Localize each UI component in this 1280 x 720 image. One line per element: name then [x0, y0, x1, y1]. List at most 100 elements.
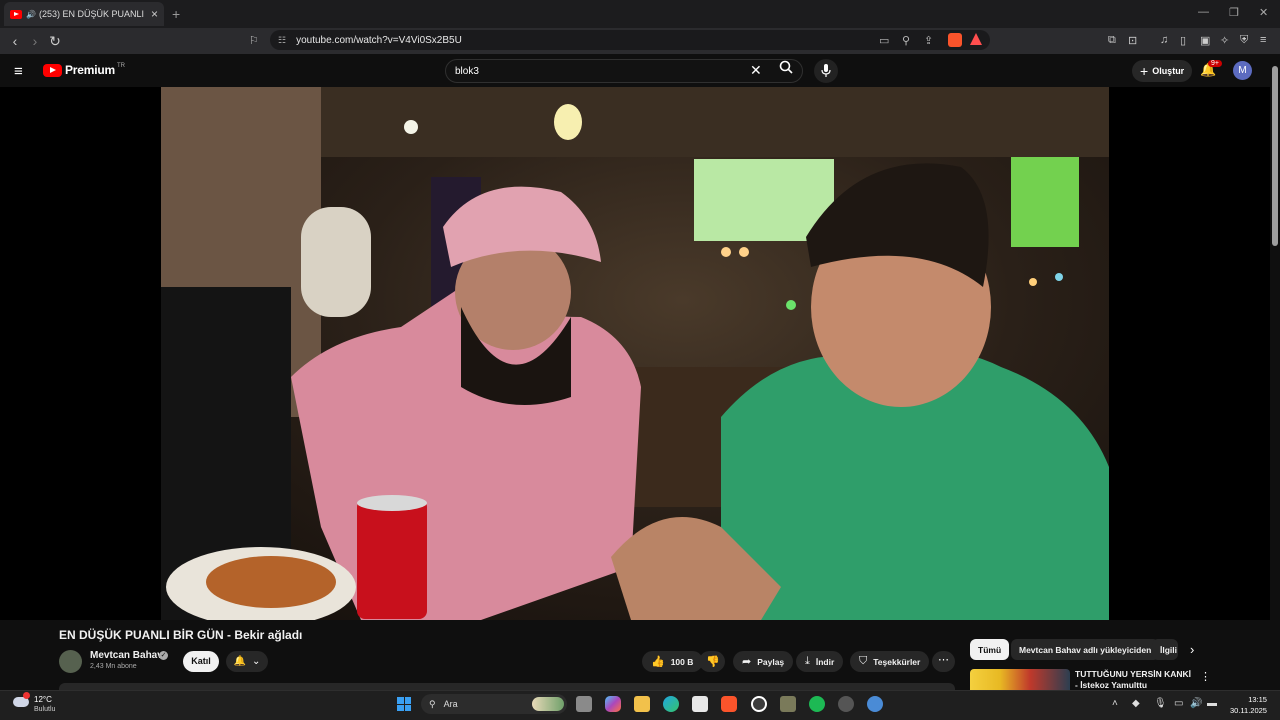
xbox-icon[interactable]	[751, 696, 767, 712]
task-view-icon[interactable]	[576, 696, 592, 712]
window-close-button[interactable]: ✕	[1259, 6, 1268, 19]
search-icon: ⚲	[429, 698, 436, 709]
clear-search-icon[interactable]: ✕	[750, 62, 762, 79]
zoom-icon[interactable]: ⚲	[902, 34, 910, 47]
taskbar-search-label: Ara	[443, 699, 458, 709]
video-frame[interactable]	[161, 87, 1109, 620]
site-info-icon[interactable]: ☷	[278, 35, 286, 46]
spotify-icon[interactable]	[809, 696, 825, 712]
wallet-icon[interactable]: ▣	[1200, 34, 1210, 47]
channel-avatar[interactable]	[59, 650, 82, 673]
speaker-icon[interactable]: 🔊	[26, 10, 36, 19]
weather-alert-badge	[23, 692, 30, 699]
search-value: blok3	[455, 65, 479, 77]
cast-icon[interactable]: ▭	[879, 34, 889, 47]
logo-text: Premium	[65, 63, 115, 77]
more-actions-button[interactable]: ⋯	[932, 651, 955, 672]
bell-icon: 🔔	[233, 656, 247, 667]
network-icon[interactable]: ▭	[1174, 698, 1183, 709]
thumbs-up-icon: 👍	[651, 656, 665, 668]
kebab-menu-icon[interactable]: ⋮	[1200, 670, 1211, 683]
tab-title: (253) EN DÜŞÜK PUANLI BİR	[38, 9, 145, 19]
like-count: 100 B	[670, 656, 694, 667]
microphone-tray-icon[interactable]: 🎙	[1154, 698, 1167, 709]
reload-button[interactable]: ↻	[47, 33, 63, 50]
notification-badge: 9+	[1208, 60, 1222, 67]
recommended-video-title[interactable]: TUTTUĞUNU YERSİN KANKİ - İstekoz Yamultt…	[1075, 669, 1195, 690]
chip-all[interactable]: Tümü	[970, 639, 1010, 660]
download-label: İndir	[815, 656, 835, 667]
chevron-right-icon[interactable]: ›	[1190, 642, 1194, 657]
like-button[interactable]: 👍 100 B	[642, 651, 703, 672]
clock-time: 13:15	[1248, 695, 1267, 704]
app-icon-2[interactable]	[838, 696, 854, 712]
maximize-button[interactable]: ❐	[1229, 6, 1239, 19]
recommended-video-thumbnail[interactable]	[970, 669, 1070, 690]
youtube-play-icon	[43, 63, 62, 77]
download-icon: ⤓	[805, 655, 810, 667]
scrollbar-thumb[interactable]	[1272, 66, 1278, 246]
weather-temperature[interactable]: 12°C	[34, 695, 52, 704]
dislike-button[interactable]: 👎	[699, 651, 725, 672]
settings-icon[interactable]	[867, 696, 883, 712]
windows-start-icon[interactable]	[397, 697, 411, 711]
brave-browser-icon[interactable]	[721, 696, 737, 712]
video-title: EN DÜŞÜK PUANLI BİR GÜN - Bekir ağladı	[59, 628, 303, 642]
back-button[interactable]: ‹	[7, 33, 23, 49]
verified-badge-icon: ✓	[159, 651, 168, 660]
region-code: TR	[116, 63, 125, 69]
leo-ai-icon[interactable]: ✧	[1220, 34, 1229, 47]
chip-related[interactable]: İlgili	[1152, 639, 1178, 660]
forward-button[interactable]: ›	[27, 33, 43, 49]
youtube-logo[interactable]: Premium TR	[43, 63, 125, 77]
bookmark-icon[interactable]: ⚐	[249, 34, 259, 47]
chip-from-uploader[interactable]: Mevtcan Bahav adlı yükleyiciden	[1011, 639, 1160, 660]
account-avatar[interactable]: M	[1233, 61, 1252, 80]
battery-icon[interactable]: ▬	[1207, 698, 1217, 709]
share-arrow-icon: ➦	[742, 656, 752, 668]
brave-rewards-icon[interactable]	[970, 33, 982, 45]
media-icon[interactable]: ♫	[1160, 34, 1168, 46]
copilot-icon[interactable]	[605, 696, 621, 712]
browser-menu-icon[interactable]: ≡	[1260, 34, 1266, 46]
new-tab-button[interactable]: +	[172, 6, 180, 22]
channel-name[interactable]: Mevtcan Bahav	[90, 650, 163, 661]
plus-icon: +	[1140, 63, 1149, 79]
share-icon[interactable]: ⇪	[924, 34, 933, 47]
screenshot-icon[interactable]: ⊡	[1128, 34, 1137, 47]
system-clock[interactable]: 13:15 30.11.2025	[1230, 694, 1267, 716]
thumbs-down-icon: 👎	[706, 656, 720, 668]
search-button[interactable]	[772, 60, 800, 82]
microsoft-store-icon[interactable]	[692, 696, 708, 712]
tab-close-icon[interactable]: ×	[151, 7, 158, 21]
taskbar-search[interactable]: ⚲ Ara	[421, 694, 567, 714]
create-label: Oluştur	[1152, 66, 1185, 76]
subscription-notifications-button[interactable]: 🔔 ⌄	[226, 651, 268, 672]
thanks-button[interactable]: ⛉ Teşekkürler	[850, 651, 930, 672]
weather-condition[interactable]: Bulutlu	[34, 706, 55, 713]
share-label: Paylaş	[757, 656, 785, 667]
file-explorer-icon[interactable]	[634, 696, 650, 712]
app-icon[interactable]	[780, 696, 796, 712]
chevron-down-icon: ⌄	[252, 656, 261, 667]
thanks-label: Teşekkürler	[873, 656, 921, 667]
extensions-icon[interactable]: ⧉	[1108, 34, 1116, 47]
youtube-favicon-icon	[10, 9, 22, 19]
sidebar-icon[interactable]: ▯	[1180, 34, 1186, 47]
hamburger-menu-icon[interactable]: ≡	[14, 63, 23, 80]
steam-icon[interactable]: ◆	[1132, 698, 1140, 709]
voice-search-button[interactable]	[814, 59, 838, 83]
volume-icon[interactable]: 🔊	[1190, 698, 1202, 709]
search-highlight-image	[532, 697, 564, 711]
tray-overflow-icon[interactable]: ˄	[1112, 698, 1118, 709]
edge-icon[interactable]	[663, 696, 679, 712]
create-button[interactable]: + Oluştur	[1132, 60, 1193, 82]
join-button[interactable]: Katıl	[183, 651, 219, 672]
brave-shields-icon[interactable]	[948, 33, 962, 47]
download-button[interactable]: ⤓ İndir	[796, 651, 844, 672]
search-icon	[779, 60, 793, 74]
share-button[interactable]: ➦ Paylaş	[733, 651, 794, 672]
vpn-icon[interactable]: ⛨	[1240, 34, 1248, 47]
browser-tab[interactable]: 🔊 (253) EN DÜŞÜK PUANLI BİR ×	[4, 2, 164, 26]
minimize-button[interactable]: —	[1198, 6, 1209, 18]
